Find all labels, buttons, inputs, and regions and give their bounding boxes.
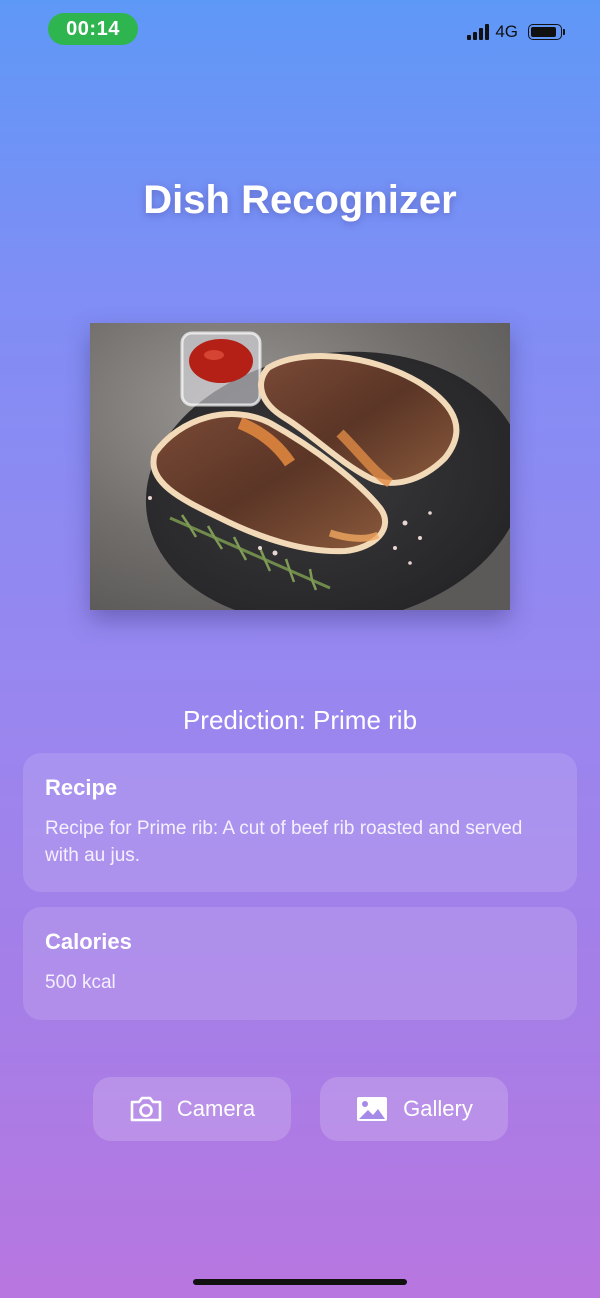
page-title: Dish Recognizer bbox=[143, 178, 457, 222]
network-label: 4G bbox=[495, 22, 518, 41]
recipe-card: Recipe Recipe for Prime rib: A cut of be… bbox=[23, 753, 577, 892]
prediction-text: Prediction: Prime rib bbox=[182, 705, 418, 735]
camera-icon bbox=[130, 1096, 162, 1122]
calories-title: Calories bbox=[45, 929, 132, 954]
calories-card: Calories 500 kcal bbox=[23, 907, 577, 1020]
status-indicators: 4G bbox=[467, 22, 565, 42]
camera-button[interactable]: Camera bbox=[93, 1077, 291, 1141]
battery-icon bbox=[528, 24, 565, 40]
gallery-label: Gallery bbox=[403, 1096, 473, 1121]
status-bar: 00:14 4G bbox=[0, 0, 600, 60]
camera-label: Camera bbox=[176, 1096, 256, 1121]
status-time: 00:14 bbox=[48, 13, 138, 45]
image-icon bbox=[357, 1097, 388, 1121]
dish-photo bbox=[90, 323, 510, 610]
calories-value: 500 kcal bbox=[45, 972, 116, 993]
recipe-title: Recipe bbox=[45, 775, 118, 800]
recipe-text: Recipe for Prime rib: A cut of beef rib … bbox=[45, 818, 523, 866]
gallery-button[interactable]: Gallery bbox=[320, 1077, 508, 1141]
home-indicator[interactable] bbox=[193, 1279, 407, 1285]
signal-icon bbox=[467, 24, 490, 40]
